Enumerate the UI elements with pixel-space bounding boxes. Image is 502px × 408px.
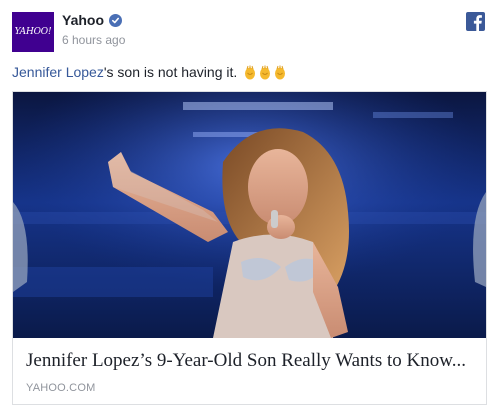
link-preview-card[interactable]: Jennifer Lopez’s 9-Year-Old Son Really W…: [12, 91, 487, 405]
verified-badge-icon: [109, 13, 123, 27]
avatar-logo-text: YAHOO!: [14, 27, 52, 37]
post-message: Jennifer Lopez 's son is not having it.: [12, 64, 287, 80]
yahoo-avatar[interactable]: YAHOO!: [12, 12, 54, 52]
clap-emoji-icon: [275, 65, 286, 79]
article-source: YAHOO.COM: [26, 382, 96, 394]
clap-emoji-icon: [260, 65, 271, 79]
message-text: 's son is not having it.: [103, 64, 238, 80]
facebook-logo-icon[interactable]: [466, 12, 485, 31]
clap-emoji-icon: [245, 65, 256, 79]
article-image[interactable]: [13, 92, 486, 338]
author-name[interactable]: Yahoo: [62, 12, 104, 28]
facebook-post: YAHOO! Yahoo 6 hours ago Jennifer Lopez …: [0, 0, 502, 408]
author-row: Yahoo: [62, 12, 123, 28]
clapping-hands-emoji: [243, 65, 287, 80]
post-timestamp[interactable]: 6 hours ago: [62, 33, 125, 47]
article-title[interactable]: Jennifer Lopez’s 9-Year-Old Son Really W…: [26, 350, 478, 372]
mention-link[interactable]: Jennifer Lopez: [12, 64, 104, 80]
